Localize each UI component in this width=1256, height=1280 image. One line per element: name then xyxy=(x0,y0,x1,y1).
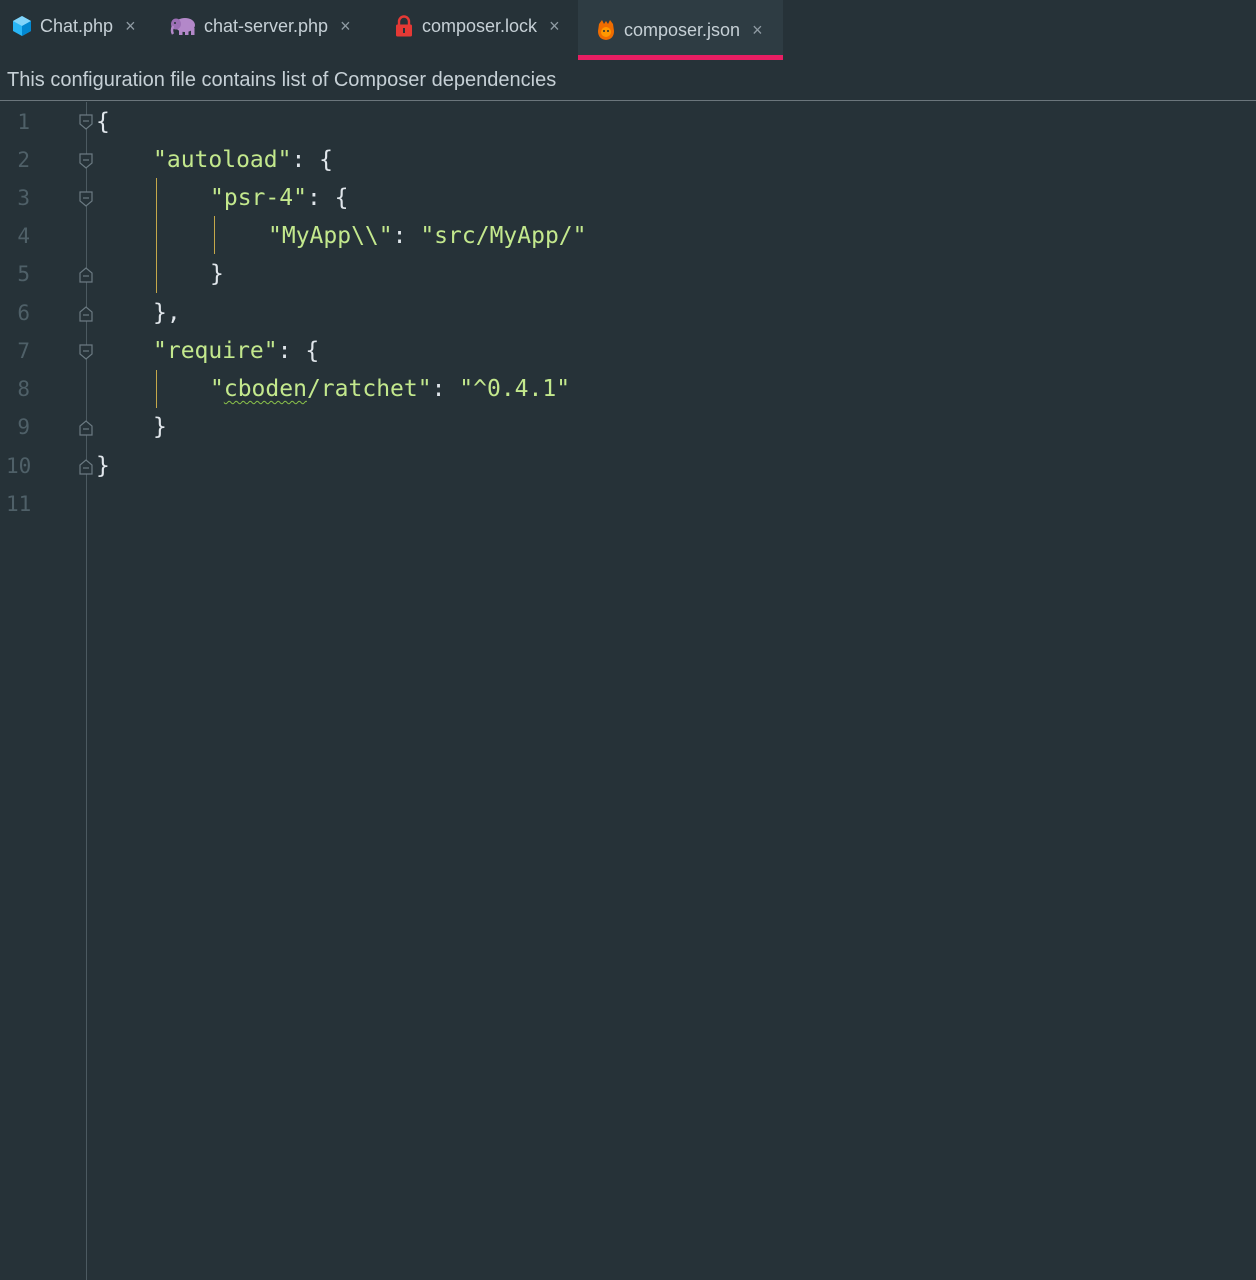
json-punct: : xyxy=(392,223,421,249)
tab-chat-php[interactable]: Chat.php × xyxy=(0,0,158,52)
lock-icon xyxy=(392,14,416,38)
code-line-3: "psr-4": { xyxy=(210,179,348,217)
code-line-4: "MyApp\\": "src/MyApp/" xyxy=(268,217,587,255)
tab-label: composer.json xyxy=(624,19,741,40)
spellcheck-warning[interactable]: cboden xyxy=(224,376,307,402)
close-icon[interactable]: × xyxy=(340,17,351,35)
close-brace: }, xyxy=(153,300,181,326)
json-punct: : { xyxy=(277,338,320,364)
json-punct: : { xyxy=(291,147,334,173)
line-number: 5 xyxy=(17,262,30,286)
close-brace: } xyxy=(96,453,110,479)
tab-label: chat-server.php xyxy=(204,15,329,36)
fold-open-icon[interactable] xyxy=(79,114,93,130)
line-number: 3 xyxy=(17,186,30,210)
json-key: "psr-4" xyxy=(210,185,307,211)
code-line-7: "require": { xyxy=(153,332,319,370)
code-editor[interactable]: 1 2 3 4 5 6 7 8 9 10 11 { "autoload": { … xyxy=(0,102,1256,1280)
json-value: "^0.4.1" xyxy=(459,376,571,402)
line-number: 2 xyxy=(17,148,30,172)
line-number: 8 xyxy=(17,377,30,401)
line-number: 6 xyxy=(17,301,30,325)
line-number: 4 xyxy=(17,224,30,248)
json-key: "require" xyxy=(153,338,278,364)
json-punct: : { xyxy=(306,185,349,211)
line-number: 9 xyxy=(17,415,30,439)
indent-guide xyxy=(156,178,157,293)
close-icon[interactable]: × xyxy=(549,17,560,35)
line-number: 10 xyxy=(6,454,32,478)
json-punct: : xyxy=(431,376,460,402)
code-line-9: } xyxy=(153,408,167,446)
php-elephant-icon xyxy=(170,14,198,38)
code-line-6: }, xyxy=(153,294,181,332)
code-line-8: "cboden/ratchet": "^0.4.1" xyxy=(210,370,570,408)
code-line-1: { xyxy=(96,103,110,141)
json-key: /ratchet" xyxy=(306,376,432,402)
tab-label: Chat.php xyxy=(40,15,114,36)
tab-chat-server-php[interactable]: chat-server.php × xyxy=(160,0,378,52)
banner-text: This configuration file contains list of… xyxy=(7,68,557,91)
json-key: "MyApp\\" xyxy=(268,223,393,249)
json-key-quote: " xyxy=(210,376,224,402)
json-value: "src/MyApp/" xyxy=(420,223,587,249)
line-number: 7 xyxy=(17,339,30,363)
tab-composer-lock[interactable]: composer.lock × xyxy=(382,0,576,52)
close-icon[interactable]: × xyxy=(125,17,136,35)
json-key: "autoload" xyxy=(153,147,292,173)
php-class-icon xyxy=(10,14,34,38)
code-line-2: "autoload": { xyxy=(153,141,333,179)
indent-guide xyxy=(214,216,215,254)
fold-open-icon[interactable] xyxy=(79,344,93,360)
code-line-10: } xyxy=(96,447,110,485)
info-banner: This configuration file contains list of… xyxy=(0,60,1256,101)
fold-close-icon[interactable] xyxy=(79,267,93,283)
fold-close-icon[interactable] xyxy=(79,306,93,322)
composer-icon xyxy=(594,18,618,42)
open-brace: { xyxy=(96,109,110,135)
close-brace: } xyxy=(153,414,167,440)
line-number: 1 xyxy=(17,110,30,134)
indent-guide xyxy=(156,370,157,408)
fold-close-icon[interactable] xyxy=(79,459,93,475)
line-number: 11 xyxy=(6,492,32,516)
fold-open-icon[interactable] xyxy=(79,191,93,207)
fold-close-icon[interactable] xyxy=(79,420,93,436)
close-icon[interactable]: × xyxy=(752,21,763,39)
editor-tab-bar: Chat.php × chat-server.php × composer.lo… xyxy=(0,0,1256,60)
tab-composer-json[interactable]: composer.json × xyxy=(578,0,783,60)
tab-label: composer.lock xyxy=(422,15,538,36)
fold-open-icon[interactable] xyxy=(79,153,93,169)
close-brace: } xyxy=(210,261,224,287)
code-line-5: } xyxy=(210,255,224,293)
